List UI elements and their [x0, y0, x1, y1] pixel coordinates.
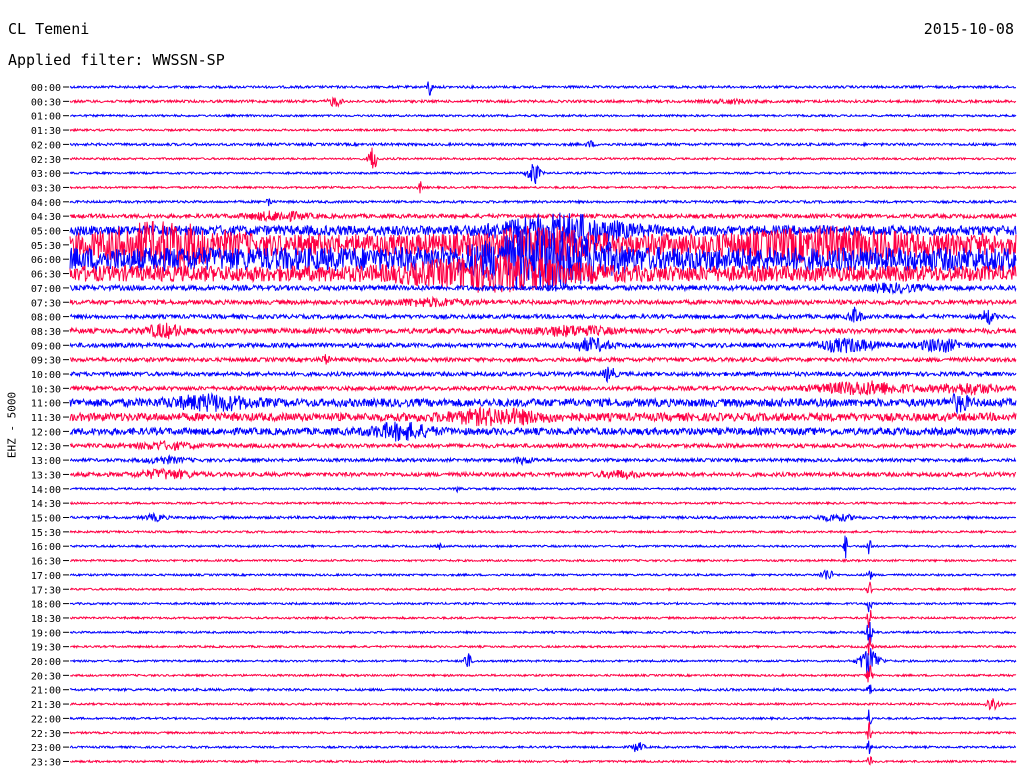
time-label: 20:30: [31, 671, 61, 682]
trace-2000: [70, 648, 1017, 675]
time-label: 16:30: [31, 557, 61, 568]
time-label: 07:30: [31, 298, 61, 309]
trace-0830: [69, 322, 1017, 340]
trace-2030: [69, 664, 1017, 683]
time-label: 14:00: [31, 485, 61, 496]
trace-1330: [69, 467, 1017, 481]
time-label: 21:30: [31, 700, 61, 711]
trace-0130: [69, 127, 1017, 133]
trace-0200: [69, 139, 1017, 148]
time-label: 09:30: [31, 356, 61, 367]
trace-1900: [69, 621, 1017, 646]
time-label: 16:00: [31, 542, 61, 553]
trace-2130: [69, 698, 1017, 712]
time-label: 04:00: [31, 198, 61, 209]
trace-1830: [69, 610, 1017, 628]
trace-2200: [69, 709, 1017, 725]
time-label: 03:30: [31, 183, 61, 194]
trace-0100: [69, 113, 1017, 119]
trace-0930: [69, 354, 1017, 365]
time-label: 17:30: [31, 585, 61, 596]
time-label: 18:00: [31, 600, 61, 611]
time-label: 00:30: [31, 97, 61, 108]
trace-2230: [69, 721, 1017, 740]
time-label: 10:00: [31, 370, 61, 381]
trace-2100: [69, 684, 1017, 695]
trace-1130: [69, 405, 1017, 427]
trace-1200: [69, 421, 1017, 442]
trace-1930: [69, 637, 1017, 656]
time-label: 14:30: [31, 499, 61, 510]
time-label: 20:00: [31, 657, 61, 668]
trace-0230: [69, 147, 1017, 169]
time-label: 13:30: [31, 470, 61, 481]
trace-1530: [69, 529, 1017, 535]
trace-0330: [69, 181, 1017, 194]
time-label: 01:00: [31, 112, 61, 123]
time-label: 02:00: [31, 140, 61, 151]
trace-1000: [69, 366, 1017, 384]
time-label: 02:30: [31, 155, 61, 166]
trace-1700: [69, 569, 1017, 580]
trace-0430: [69, 210, 1017, 223]
time-label: 06:30: [31, 270, 61, 281]
time-label: 11:30: [31, 413, 61, 424]
trace-1630: [70, 558, 1017, 563]
time-label: 18:30: [31, 614, 61, 625]
time-label: 11:00: [31, 399, 61, 410]
trace-1500: [69, 511, 1017, 523]
seismogram-plot: 00:00 00:30 01:00 01:30 02:00 02:30 03:00 03:30…: [31, 81, 1017, 768]
time-label: 08:00: [31, 313, 61, 324]
time-label: 09:00: [31, 341, 61, 352]
time-label: 00:00: [31, 83, 61, 94]
time-label: 22:30: [31, 729, 61, 740]
time-label: 13:00: [31, 456, 61, 467]
trace-1300: [70, 454, 1017, 467]
trace-0900: [69, 337, 1017, 354]
time-label: 08:30: [31, 327, 61, 338]
time-label: 06:00: [31, 255, 61, 266]
trace-2300: [69, 740, 1017, 755]
time-label: 19:00: [31, 628, 61, 639]
trace-1430: [69, 500, 1017, 506]
time-label: 21:00: [31, 686, 61, 697]
time-label: 23:00: [31, 743, 61, 754]
trace-0730: [69, 295, 1017, 308]
time-label: 01:30: [31, 126, 61, 137]
trace-0800: [69, 306, 1017, 325]
time-label: 15:30: [31, 528, 61, 539]
trace-0300: [69, 163, 1017, 185]
time-label: 19:30: [31, 643, 61, 654]
time-label: 03:00: [31, 169, 61, 180]
time-label: 15:00: [31, 514, 61, 525]
time-label: 17:00: [31, 571, 61, 582]
time-label: 22:00: [31, 714, 61, 725]
trace-0400: [69, 198, 1017, 207]
time-label: 10:30: [31, 384, 61, 395]
time-label: 05:30: [31, 241, 61, 252]
time-label: 07:00: [31, 284, 61, 295]
time-label: 05:00: [31, 227, 61, 238]
trace-1230: [69, 439, 1017, 451]
time-label: 12:00: [31, 427, 61, 438]
trace-1400: [69, 485, 1017, 494]
trace-0030: [69, 96, 1017, 108]
trace-1800: [69, 601, 1017, 613]
trace-1600: [69, 535, 1017, 559]
trace-1100: [69, 391, 1017, 415]
time-label: 23:30: [31, 757, 61, 768]
time-label: 12:30: [31, 442, 61, 453]
time-label: 04:30: [31, 212, 61, 223]
trace-0000: [69, 81, 1017, 96]
trace-2330: [69, 755, 1017, 766]
trace-1730: [69, 581, 1017, 594]
